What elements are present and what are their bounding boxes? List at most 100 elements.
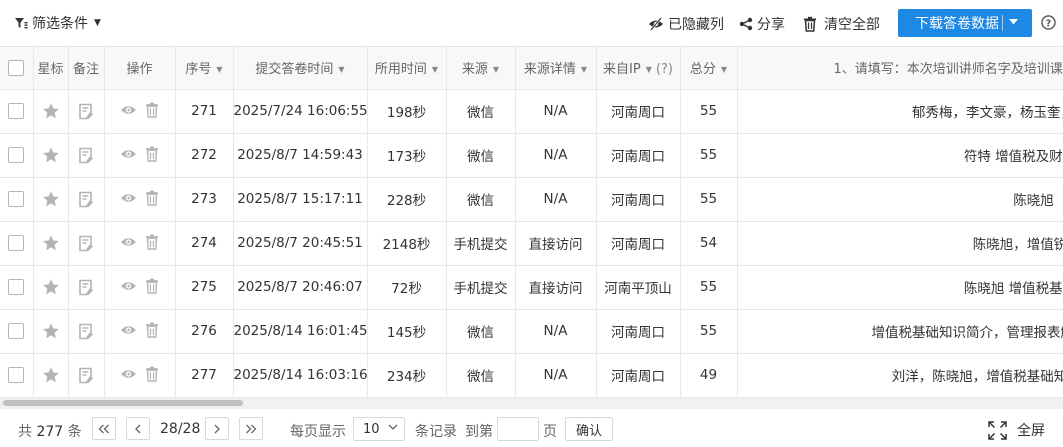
q1-answer-cell: 陈晓旭 增值税基础知识 — [737, 265, 1063, 310]
fullscreen-icon — [988, 420, 1007, 440]
star-cell — [33, 89, 69, 134]
table-row[interactable]: 275 2025/8/7 20:46:07 72秒 手机提交 直接访问 河南平顶… — [0, 265, 1063, 310]
filter-conditions-button[interactable]: 筛选条件 ▼ — [14, 13, 101, 33]
table-row[interactable]: 271 2025/7/24 16:06:55 198秒 微信 N/A 河南周口 … — [0, 89, 1063, 134]
row-checkbox[interactable] — [8, 323, 25, 339]
note-cell — [68, 309, 105, 354]
fullscreen-button[interactable]: 全屏 — [988, 420, 1045, 440]
score-header[interactable]: 总分 ▼ — [680, 47, 738, 90]
q1-answer-cell: 刘洋，陈晓旭，增值税基础知识讲解及京东业务 — [737, 353, 1063, 398]
table-row[interactable]: 276 2025/8/14 16:01:45 145秒 微信 N/A 河南周口 … — [0, 309, 1063, 354]
share-button[interactable]: 分享 — [739, 14, 785, 34]
eye-icon[interactable] — [120, 192, 137, 204]
horizontal-scrollbar[interactable] — [0, 398, 1063, 408]
eye-icon[interactable] — [120, 368, 137, 380]
hidden-columns-button[interactable]: 已隐藏列 — [648, 14, 724, 34]
submit-time-header[interactable]: 提交答卷时间 ▼ — [233, 47, 368, 90]
clear-all-button[interactable]: 清空全部 — [802, 14, 880, 34]
sort-down-icon[interactable]: ▼ — [493, 65, 499, 74]
ops-cell — [104, 265, 176, 310]
next-page-button[interactable] — [205, 417, 229, 440]
filter-icon — [15, 18, 28, 29]
note-edit-icon[interactable] — [78, 367, 94, 384]
table-row[interactable]: 274 2025/8/7 20:45:51 2148秒 手机提交 直接访问 河南… — [0, 221, 1063, 266]
trash-icon[interactable] — [145, 278, 159, 294]
eye-icon[interactable] — [120, 104, 137, 116]
table-row[interactable]: 272 2025/8/7 14:59:43 173秒 微信 N/A 河南周口 5… — [0, 133, 1063, 178]
star-icon[interactable] — [42, 190, 60, 208]
row-checkbox[interactable] — [8, 103, 25, 119]
star-icon[interactable] — [42, 102, 60, 120]
select-all-checkbox[interactable] — [8, 59, 25, 76]
note-edit-icon[interactable] — [78, 279, 94, 296]
note-edit-icon[interactable] — [78, 191, 94, 208]
note-edit-icon[interactable] — [78, 147, 94, 164]
source-header-label: 来源 — [461, 62, 488, 78]
submit-time-cell: 2025/8/7 15:17:11 — [233, 177, 368, 222]
sort-down-icon[interactable]: ▼ — [216, 65, 222, 74]
note-edit-icon[interactable] — [78, 103, 94, 120]
sort-down-icon[interactable]: ▼ — [646, 65, 652, 74]
toolbar: 筛选条件 ▼ 已隐藏列 分享 清空全部 下载答卷数据 ? — [0, 0, 1063, 46]
confirm-button[interactable]: 确认 — [565, 417, 613, 441]
ops-cell — [104, 221, 176, 266]
sort-down-icon[interactable]: ▼ — [432, 65, 438, 74]
chevron-right-icon — [214, 424, 220, 433]
submit-time-cell: 2025/8/7 14:59:43 — [233, 133, 368, 178]
page-size-select[interactable]: 10 — [353, 417, 405, 441]
scrollbar-thumb[interactable] — [3, 400, 243, 406]
source-cell: 微信 — [446, 353, 516, 398]
star-icon[interactable] — [42, 146, 60, 164]
trash-icon[interactable] — [145, 322, 159, 338]
table-row[interactable]: 273 2025/8/7 15:17:11 228秒 微信 N/A 河南周口 5… — [0, 177, 1063, 222]
score-cell: 55 — [680, 309, 738, 354]
eye-icon[interactable] — [120, 324, 137, 336]
duration-header[interactable]: 所用时间 ▼ — [367, 47, 447, 90]
ip-hint[interactable]: (?) — [656, 62, 673, 77]
source-cell: 手机提交 — [446, 265, 516, 310]
pagination: 共 277 条 28/28 每页显示 10 条记录 到第 页 确认 全屏 — [0, 408, 1063, 447]
trash-icon[interactable] — [145, 190, 159, 206]
eye-icon[interactable] — [120, 236, 137, 248]
eye-icon[interactable] — [120, 148, 137, 160]
star-cell — [33, 309, 69, 354]
trash-icon[interactable] — [145, 146, 159, 162]
trash-icon[interactable] — [145, 234, 159, 250]
source-detail-header[interactable]: 来源详情 ▼ — [515, 47, 597, 90]
note-cell — [68, 177, 105, 222]
row-checkbox[interactable] — [8, 367, 25, 383]
note-edit-icon[interactable] — [78, 235, 94, 252]
goto-page-input[interactable] — [497, 417, 539, 441]
table-row[interactable]: 277 2025/8/14 16:03:16 234秒 微信 N/A 河南周口 … — [0, 353, 1063, 398]
page-unit-label: 页 — [543, 424, 557, 440]
star-icon[interactable] — [42, 366, 60, 384]
caret-down-icon[interactable] — [1008, 18, 1019, 26]
star-icon[interactable] — [42, 234, 60, 252]
eye-icon[interactable] — [120, 280, 137, 292]
sort-down-icon[interactable]: ▼ — [721, 65, 727, 74]
ip-header[interactable]: 来自IP ▼ (?) — [596, 47, 681, 90]
row-checkbox[interactable] — [8, 235, 25, 251]
star-icon[interactable] — [42, 322, 60, 340]
download-data-button[interactable]: 下载答卷数据 — [898, 9, 1032, 37]
row-checkbox[interactable] — [8, 191, 25, 207]
trash-icon[interactable] — [145, 102, 159, 118]
row-checkbox[interactable] — [8, 279, 25, 295]
source-cell: 微信 — [446, 89, 516, 134]
button-divider — [1002, 15, 1003, 31]
first-page-button[interactable] — [92, 417, 116, 440]
sort-down-icon[interactable]: ▼ — [338, 65, 344, 74]
chevron-left-icon — [135, 424, 141, 433]
duration-cell: 145秒 — [367, 309, 447, 354]
note-header-label: 备注 — [72, 62, 99, 78]
star-icon[interactable] — [42, 278, 60, 296]
prev-page-button[interactable] — [126, 417, 150, 440]
row-checkbox[interactable] — [8, 147, 25, 163]
source-header[interactable]: 来源 ▼ — [446, 47, 516, 90]
last-page-button[interactable] — [239, 417, 263, 440]
help-icon[interactable]: ? — [1041, 15, 1056, 30]
trash-icon[interactable] — [145, 366, 159, 382]
sort-down-icon[interactable]: ▼ — [581, 65, 587, 74]
seq-header[interactable]: 序号 ▼ — [175, 47, 234, 90]
note-edit-icon[interactable] — [78, 323, 94, 340]
